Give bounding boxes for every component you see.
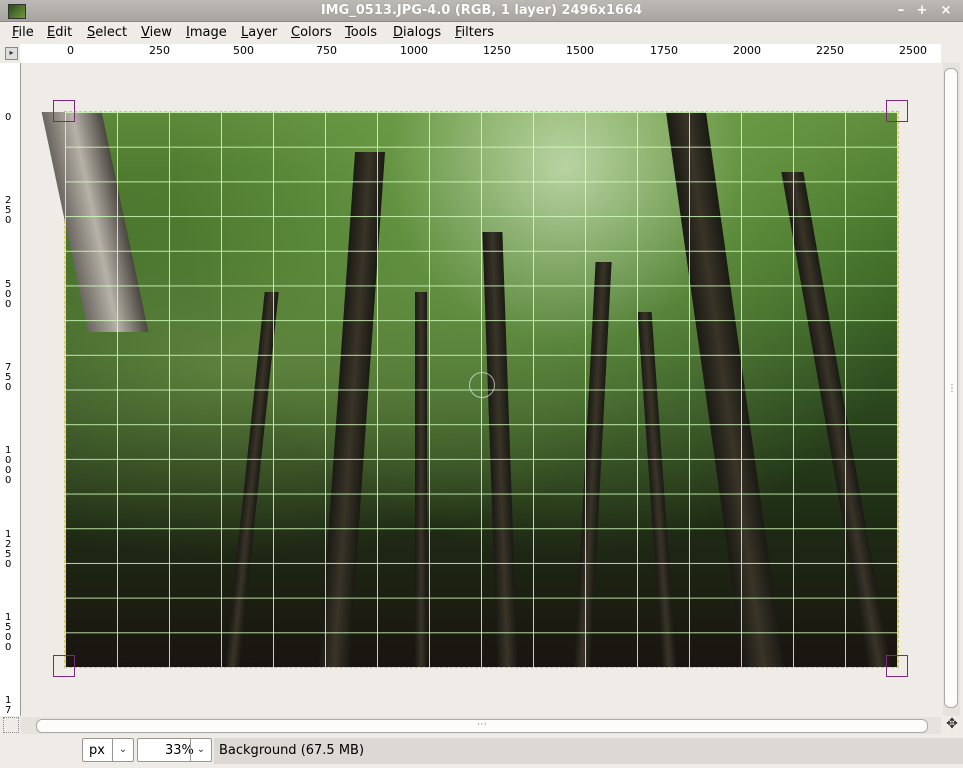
- corner-handle-bottom-right[interactable]: [886, 655, 908, 677]
- corner-handle-bottom-left[interactable]: [53, 655, 75, 677]
- hruler-label: 2500: [899, 44, 927, 57]
- menu-image[interactable]: Image: [186, 25, 227, 40]
- title-bar[interactable]: IMG_0513.JPG-4.0 (RGB, 1 layer) 2496x166…: [0, 0, 963, 22]
- hruler-label: 1750: [650, 44, 678, 57]
- menu-filters[interactable]: Filters: [455, 25, 494, 40]
- horizontal-ruler[interactable]: 0 250 500 750 1000 1250 1500 1750 2000 2…: [20, 44, 941, 64]
- status-bar: px ⌄ 33% ⌄ Background (67.5 MB): [0, 736, 963, 768]
- menu-file[interactable]: File: [12, 25, 34, 40]
- menu-view[interactable]: View: [141, 25, 172, 40]
- menu-colors[interactable]: Colors: [291, 25, 332, 40]
- vruler-label: 1 2 5 0: [5, 529, 12, 570]
- quick-mask-toggle[interactable]: [3, 717, 19, 733]
- vertical-scrollbar[interactable]: ⋮: [943, 63, 960, 716]
- hruler-label: 1000: [400, 44, 428, 57]
- vruler-label: 1 7: [5, 695, 12, 716]
- hruler-label: 2250: [816, 44, 844, 57]
- menu-tools[interactable]: Tools: [345, 25, 377, 40]
- hruler-label: 1250: [483, 44, 511, 57]
- forest-image[interactable]: [41, 111, 899, 668]
- menu-layer[interactable]: Layer: [241, 25, 277, 40]
- minimize-button[interactable]: –: [893, 3, 909, 19]
- grip-icon: ⋮: [947, 383, 957, 394]
- hruler-label: 2000: [733, 44, 761, 57]
- chevron-down-icon[interactable]: ⌄: [112, 739, 133, 761]
- grip-icon: ⋯: [477, 719, 487, 730]
- vruler-label: 5 0 0: [5, 279, 12, 310]
- hruler-label: 500: [233, 44, 254, 57]
- hruler-label: 1500: [566, 44, 594, 57]
- vruler-label: 0: [5, 112, 12, 123]
- menu-edit[interactable]: Edit: [47, 25, 72, 40]
- image-menu-button[interactable]: ▸: [5, 47, 18, 60]
- menu-bar: File Edit Select View Image Layer Colors…: [0, 22, 963, 44]
- vruler-label: 2 5 0: [5, 195, 12, 226]
- status-message: Background (67.5 MB): [219, 743, 365, 758]
- status-message-area: Background (67.5 MB): [214, 738, 963, 764]
- navigate-icon[interactable]: ✥: [945, 717, 959, 731]
- unit-value: px: [89, 743, 105, 758]
- menu-select[interactable]: Select: [87, 25, 127, 40]
- vertical-ruler[interactable]: 0 2 5 0 5 0 0 7 5 0 1 0 0 0 1 2 5 0 1 5 …: [0, 63, 21, 716]
- chevron-down-icon[interactable]: ⌄: [190, 739, 211, 761]
- vruler-label: 7 5 0: [5, 362, 12, 393]
- hruler-label: 0: [67, 44, 74, 57]
- image-canvas[interactable]: [21, 63, 941, 716]
- vruler-label: 1 5 0 0: [5, 612, 12, 653]
- horizontal-scrollbar[interactable]: ⋯: [21, 717, 941, 734]
- corner-handle-top-right[interactable]: [886, 100, 908, 122]
- hruler-label: 750: [316, 44, 337, 57]
- hruler-label: 250: [149, 44, 170, 57]
- unit-selector[interactable]: px ⌄: [82, 738, 134, 762]
- maximize-button[interactable]: +: [914, 3, 930, 19]
- window-title: IMG_0513.JPG-4.0 (RGB, 1 layer) 2496x166…: [320, 3, 643, 18]
- zoom-selector[interactable]: 33% ⌄: [137, 738, 212, 762]
- menu-dialogs[interactable]: Dialogs: [393, 25, 441, 40]
- center-marker: [469, 372, 495, 398]
- vruler-label: 1 0 0 0: [5, 445, 12, 486]
- close-button[interactable]: ×: [938, 3, 954, 19]
- corner-handle-top-left[interactable]: [53, 100, 75, 122]
